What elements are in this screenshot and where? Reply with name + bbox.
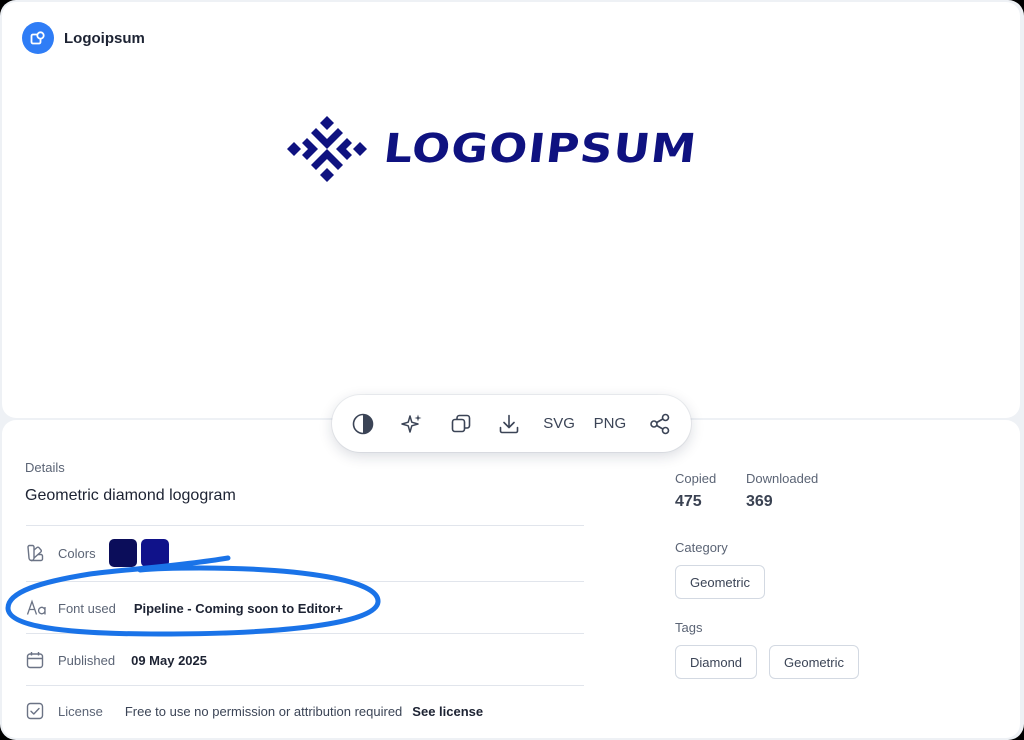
logo-title: Geometric diamond logogram [25, 487, 236, 504]
divider [26, 525, 584, 526]
color-swatch-2[interactable] [140, 539, 169, 567]
ai-edit-button[interactable] [397, 407, 427, 441]
brand[interactable]: Logoipsum [22, 22, 145, 54]
divider [26, 685, 584, 686]
see-license-link[interactable]: See license [412, 704, 483, 719]
category-chip-geometric[interactable]: Geometric [675, 565, 765, 599]
downloaded-count: 369 [746, 493, 773, 510]
tag-chip-diamond[interactable]: Diamond [675, 645, 758, 679]
font-value: Pipeline - Coming soon to Editor+ [133, 600, 343, 616]
copied-label: Copied [675, 471, 717, 486]
divider [26, 581, 584, 582]
divider [26, 633, 584, 634]
color-swatch-1[interactable] [108, 539, 137, 567]
download-svg-button[interactable]: SVG [543, 407, 575, 441]
license-row: License Free to use no permission or att… [26, 696, 483, 726]
logo-preview-panel: Logoipsum LOGOIPSUM [2, 2, 1020, 418]
font-row: Font used Pipeline - Coming soon to Edit… [26, 593, 343, 623]
contrast-icon [352, 413, 374, 434]
contrast-toggle-button[interactable] [348, 407, 378, 441]
published-row: Published 09 May 2025 [26, 645, 207, 675]
download-icon [500, 414, 519, 433]
download-png-button[interactable]: PNG [594, 407, 627, 441]
diamond-logogram-icon [287, 116, 367, 182]
share-icon [650, 413, 670, 434]
logo-wordmark: LOGOIPSUM [381, 126, 700, 172]
font-icon [26, 597, 52, 619]
tag-chip-geometric[interactable]: Geometric [769, 645, 859, 679]
published-label: Published [58, 652, 116, 668]
published-date: 09 May 2025 [131, 652, 208, 668]
calendar-icon [26, 649, 52, 671]
details-panel: Details Geometric diamond logogram Color… [2, 420, 1020, 738]
sparkle-icon [401, 414, 422, 433]
app-frame: Logoipsum LOGOIPSUM SVG PNG Details Geom… [0, 0, 1024, 740]
colors-row: Colors [26, 538, 173, 568]
share-button[interactable] [645, 407, 675, 441]
logo-artwork: LOGOIPSUM [286, 114, 699, 184]
license-label: License [58, 703, 103, 719]
copied-count: 475 [675, 493, 702, 510]
copy-button[interactable] [446, 407, 476, 441]
logo-badge-icon [22, 22, 54, 54]
color-swatches [108, 539, 173, 567]
copy-icon [451, 414, 470, 432]
license-text: Free to use no permission or attribution… [124, 703, 403, 719]
downloaded-label: Downloaded [746, 471, 819, 486]
font-label: Font used [58, 600, 116, 616]
category-label: Category [675, 540, 728, 555]
logo-action-toolbar: SVG PNG [332, 395, 691, 452]
brand-name: Logoipsum [64, 29, 145, 47]
details-heading: Details [25, 460, 65, 475]
palette-icon [26, 542, 52, 564]
download-button[interactable] [494, 407, 524, 441]
tags-label: Tags [675, 620, 703, 635]
license-check-icon [26, 700, 52, 722]
colors-label: Colors [58, 545, 96, 561]
